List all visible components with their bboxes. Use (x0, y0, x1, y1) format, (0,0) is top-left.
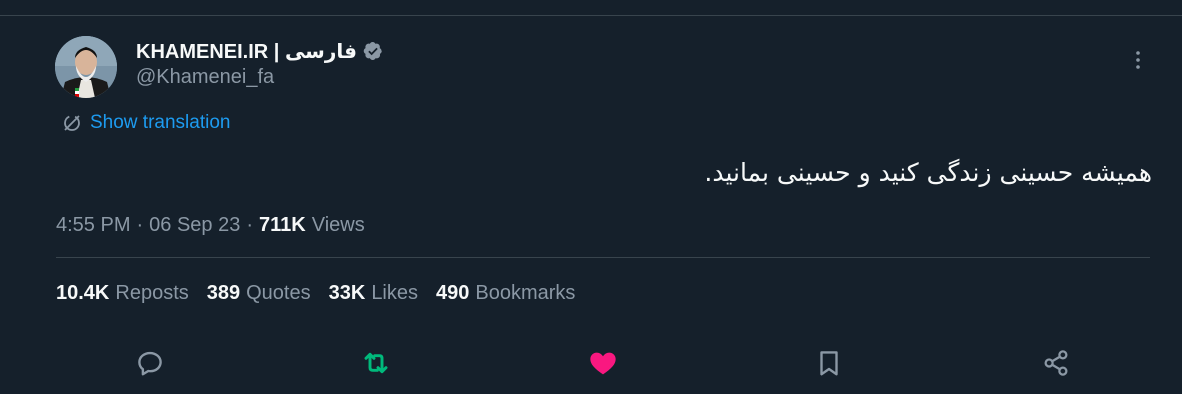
quotes-label: Quotes (246, 281, 311, 304)
action-bar (0, 345, 1182, 381)
translate-icon (62, 113, 82, 133)
likes-count: 33K (328, 281, 366, 304)
bookmarks-stat[interactable]: 490 Bookmarks (436, 282, 575, 305)
likes-label: Likes (371, 281, 419, 304)
show-translation-label: Show translation (90, 112, 231, 133)
display-name[interactable]: KHAMENEI.IR | فارسی (136, 39, 357, 64)
bookmarks-count: 490 (436, 281, 470, 304)
quotes-count: 389 (206, 281, 241, 304)
reply-icon[interactable] (132, 345, 168, 381)
engagement-stats: 10.4K Reposts 389 Quotes 33K Likes 490 B… (56, 279, 575, 307)
avatar-image (55, 36, 117, 98)
like-icon[interactable] (585, 345, 621, 381)
avatar[interactable] (55, 36, 117, 98)
quotes-stat[interactable]: 389 Quotes (207, 282, 311, 305)
meta-separator: · (136, 213, 144, 236)
author-handle[interactable]: @Khamenei_fa (136, 66, 274, 89)
top-divider (0, 15, 1182, 16)
views-label: Views (311, 213, 365, 236)
author-name-row[interactable]: KHAMENEI.IR | فارسی (136, 38, 383, 64)
meta-separator: · (246, 213, 254, 236)
show-translation-button[interactable]: Show translation (62, 110, 230, 136)
tweet-time[interactable]: 4:55 PM (56, 214, 130, 237)
share-icon[interactable] (1038, 345, 1074, 381)
views-count: 711K (259, 213, 306, 236)
verified-badge-icon (363, 41, 383, 61)
reposts-label: Reposts (115, 281, 189, 304)
tweet-meta: 4:55 PM · 06 Sep 23 · 711K Views (56, 211, 365, 239)
reposts-count: 10.4K (56, 281, 110, 304)
stats-top-divider (56, 257, 1150, 258)
tweet-date[interactable]: 06 Sep 23 (149, 214, 240, 237)
bookmark-icon[interactable] (811, 345, 847, 381)
more-icon[interactable] (1126, 48, 1150, 72)
bookmarks-label: Bookmarks (475, 281, 576, 304)
tweet-text: همیشه حسینی زندگی کنید و حسینی بمانید. (704, 158, 1152, 187)
reposts-stat[interactable]: 10.4K Reposts (56, 282, 189, 305)
likes-stat[interactable]: 33K Likes (329, 282, 418, 305)
repost-icon[interactable] (358, 345, 394, 381)
